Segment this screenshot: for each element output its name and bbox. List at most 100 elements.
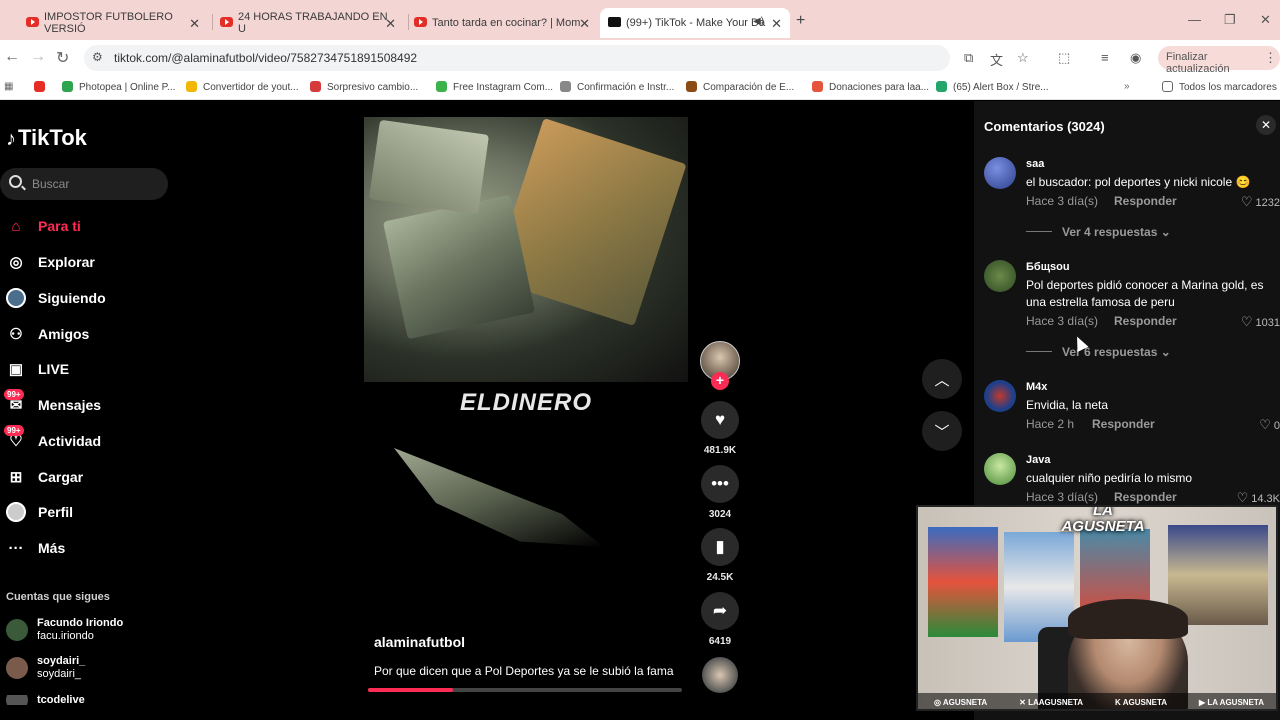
nav-activity[interactable]: ♡ 99+ Actividad [4, 425, 101, 453]
comment-item: Java cualquier niño pediría lo mismo Hac… [974, 453, 1280, 513]
avatar[interactable] [984, 453, 1016, 485]
more-bookmarks-icon[interactable]: » [1124, 81, 1130, 92]
following-account[interactable]: soydairi_ soydairi_ [6, 655, 85, 681]
video-progress-bar[interactable] [368, 688, 682, 692]
browser-tab[interactable]: IMPOSTOR FUTBOLERO VERSIÓ ✕ [18, 8, 208, 38]
search-input[interactable]: Buscar [0, 168, 168, 200]
media-icon[interactable]: ≡ [1101, 50, 1109, 65]
bookmark-item[interactable]: Free Instagram Com... [436, 81, 553, 93]
save-count: 24.5K [706, 572, 734, 583]
reload-icon[interactable]: ↻ [56, 48, 69, 68]
bookmark-item[interactable]: Comparación de E... [686, 81, 794, 93]
bookmark-item[interactable]: Photopea | Online P... [62, 81, 175, 93]
comment-user[interactable]: M4x [1026, 381, 1047, 393]
social-handles: ◎ AGUSNETA ✕ LAAGUSNETA K AGUSNETA ▶ LA … [918, 693, 1276, 709]
comment-like-button[interactable]: ♡ 1232 [1241, 194, 1280, 210]
forward-icon[interactable]: → [30, 48, 46, 66]
browser-tab-active[interactable]: (99+) TikTok - Make Your Da ◀) ✕ [600, 8, 790, 38]
video-frame-lower [394, 448, 604, 547]
next-video-button[interactable]: ﹀ [922, 411, 962, 451]
save-button[interactable]: ▮ 24.5K [700, 528, 740, 583]
back-icon[interactable]: ← [4, 48, 20, 66]
video-frame [364, 117, 688, 382]
update-button[interactable]: Finalizar actualización [1158, 46, 1280, 75]
nav-messages[interactable]: ✉ 99+ Mensajes [4, 389, 101, 417]
close-window-icon[interactable]: ✕ [1260, 12, 1271, 28]
nav-live[interactable]: ▣ LIVE [6, 357, 69, 381]
following-account[interactable]: Facundo Iriondo facu.iriondo [6, 617, 123, 643]
reply-button[interactable]: Responder [1092, 417, 1155, 431]
apps-icon[interactable]: ▦ [4, 81, 13, 92]
translate-icon[interactable]: 文 [990, 50, 1003, 69]
url-text: tiktok.com/@alaminafutbol/video/75827347… [114, 51, 418, 65]
url-input[interactable]: ⚙ tiktok.com/@alaminafutbol/video/758273… [84, 45, 950, 71]
avatar[interactable] [984, 260, 1016, 292]
nav-following[interactable]: Siguiendo [6, 286, 106, 310]
nav-more[interactable]: ··· Más [6, 536, 66, 560]
bookmark-item[interactable]: Donaciones para laa... [812, 81, 929, 93]
x-handle: ✕ LAAGUSNETA [1019, 697, 1084, 707]
live-icon: ▣ [8, 361, 24, 378]
install-icon[interactable]: ⧉ [964, 50, 973, 66]
share-button[interactable]: ➦ 6419 [700, 592, 740, 647]
all-bookmarks-button[interactable]: Todos los marcadores [1162, 81, 1277, 93]
music-disc[interactable] [702, 657, 738, 693]
nav-upload[interactable]: ⊞ Cargar [6, 465, 83, 489]
youtube-bookmark-icon[interactable] [34, 81, 51, 93]
menu-icon[interactable]: ⋮ [1264, 50, 1277, 66]
comment-text: el buscador: pol deportes y nicki nicole… [1026, 175, 1251, 189]
bookmark-item[interactable]: (65) Alert Box / Stre... [936, 81, 1049, 93]
comment-count: 3024 [708, 509, 732, 520]
bookmark-item[interactable]: Sorpresivo cambio... [310, 81, 418, 93]
browser-tab[interactable]: Tanto tarda en cocinar? | Mom ✕ [406, 8, 598, 38]
browser-tab[interactable]: 24 HORAS TRABAJANDO EN U ✕ [212, 8, 404, 38]
like-button[interactable]: ♥ 481.9K [700, 401, 740, 456]
view-replies-button[interactable]: Ver 4 respuestas ⌄ [1026, 225, 1171, 239]
comment-like-button[interactable]: ♡ 14.3K [1237, 490, 1280, 506]
avatar[interactable] [984, 157, 1016, 189]
following-account[interactable]: tcodelive [6, 695, 85, 705]
tiktok-logo[interactable]: ♪TikTok [6, 125, 87, 151]
close-tab-icon[interactable]: ✕ [385, 16, 396, 32]
nav-for-you[interactable]: ⌂ Para ti [6, 214, 80, 238]
new-tab-button[interactable]: + [796, 12, 805, 30]
profile-icon[interactable]: ◉ [1130, 50, 1141, 66]
speaker-icon[interactable]: ◀) [753, 16, 764, 27]
close-tab-icon[interactable]: ✕ [579, 16, 590, 32]
video-player[interactable]: ELDINERO [364, 117, 688, 697]
follow-plus-button[interactable]: + [711, 372, 729, 390]
close-tab-icon[interactable]: ✕ [771, 16, 782, 32]
video-author[interactable]: alaminafutbol [374, 634, 465, 650]
comment-button[interactable]: ••• 3024 [700, 465, 740, 520]
video-progress-fill [368, 688, 453, 692]
minimize-icon[interactable]: — [1188, 12, 1201, 27]
close-tab-icon[interactable]: ✕ [189, 16, 200, 32]
bookmark-item[interactable]: Convertidor de yout... [186, 81, 299, 93]
maximize-icon[interactable]: ❐ [1224, 12, 1236, 28]
extensions-icon[interactable]: ⬚ [1058, 50, 1070, 66]
comment-user[interactable]: Java [1026, 454, 1050, 466]
reply-button[interactable]: Responder [1114, 194, 1177, 208]
previous-video-button[interactable]: ︿ [922, 359, 962, 399]
reply-button[interactable]: Responder [1114, 314, 1177, 328]
nav-profile[interactable]: Perfil [6, 500, 73, 524]
comment-like-button[interactable]: ♡ 1031 [1241, 314, 1280, 330]
comment-item: saa el buscador: pol deportes y nicki ni… [974, 157, 1280, 247]
bookmark-item[interactable]: Confirmación e Instr... [560, 81, 674, 93]
comment-like-button[interactable]: ♡ 0 [1259, 417, 1280, 433]
avatar[interactable] [984, 380, 1016, 412]
chevron-up-icon: ︿ [934, 371, 950, 389]
nav-friends[interactable]: ⚇ Amigos [6, 322, 89, 346]
comment-user[interactable]: Ббщsou [1026, 261, 1070, 273]
like-count: 481.9K [703, 445, 737, 456]
view-replies-button[interactable]: Ver 6 respuestas ⌄ [1026, 345, 1171, 359]
video-overlay-text: ELDINERO [459, 389, 592, 416]
site-info-icon[interactable]: ⚙ [92, 50, 103, 64]
reply-button[interactable]: Responder [1114, 490, 1177, 504]
nav-explore[interactable]: ◎ Explorar [6, 250, 94, 274]
bookmark-star-icon[interactable]: ☆ [1017, 50, 1029, 66]
comment-user[interactable]: saa [1026, 158, 1044, 170]
close-comments-icon[interactable]: ✕ [1256, 115, 1276, 135]
tiktok-note-icon: ♪ [6, 128, 16, 150]
comment-item: M4x Envidia, la neta Hace 2 h Responder … [974, 380, 1280, 440]
